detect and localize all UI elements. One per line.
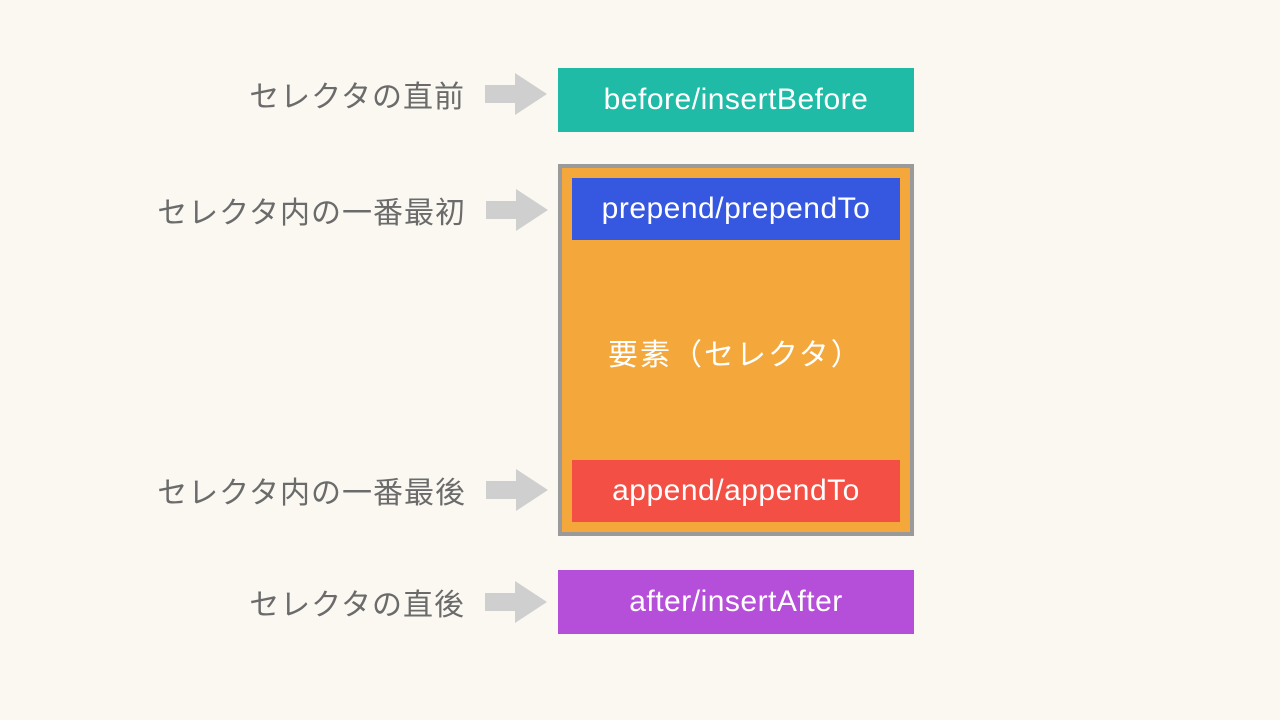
arrow-right-icon xyxy=(485,73,547,115)
label-append: セレクタ内の一番最後 xyxy=(146,468,466,512)
row-append: セレクタ内の一番最後 xyxy=(146,468,548,512)
label-before: セレクタの直前 xyxy=(210,72,465,116)
label-after: セレクタの直後 xyxy=(210,580,465,624)
arrow-right-icon xyxy=(486,469,548,511)
row-prepend: セレクタ内の一番最初 xyxy=(146,188,548,232)
row-after: セレクタの直後 xyxy=(210,580,547,624)
box-append: append/appendTo xyxy=(572,460,900,522)
box-before: before/insertBefore xyxy=(558,68,914,132)
label-prepend: セレクタ内の一番最初 xyxy=(146,188,466,232)
selector-center-label: 要素（セレクタ） xyxy=(608,330,863,374)
arrow-right-icon xyxy=(486,189,548,231)
box-after: after/insertAfter xyxy=(558,570,914,634)
box-prepend: prepend/prependTo xyxy=(572,178,900,240)
row-before: セレクタの直前 xyxy=(210,72,547,116)
arrow-right-icon xyxy=(485,581,547,623)
